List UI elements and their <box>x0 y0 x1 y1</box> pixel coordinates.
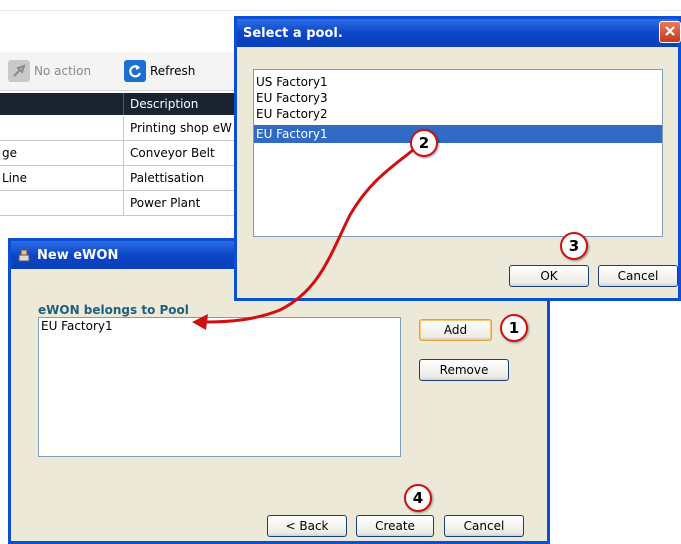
annotation-arrow <box>192 148 414 330</box>
callout-2: 2 <box>410 129 438 157</box>
callout-1: 1 <box>500 314 528 342</box>
callout-3: 3 <box>560 232 588 260</box>
callout-4: 4 <box>404 484 432 512</box>
